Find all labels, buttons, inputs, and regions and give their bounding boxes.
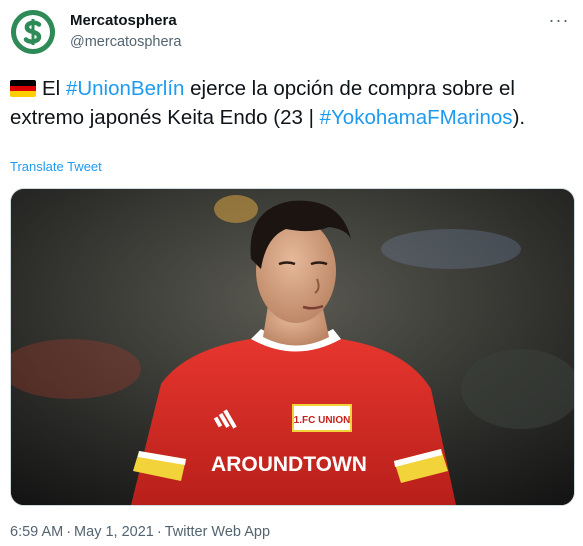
tweet-photo[interactable]: 1.FC UNION AROUNDTOWN	[10, 188, 575, 506]
author-handle[interactable]: @mercatosphera	[70, 32, 181, 52]
tweet-time[interactable]: 6:59 AM	[10, 524, 63, 540]
tweet-meta: 6:59 AM · May 1, 2021 · Twitter Web App	[10, 523, 270, 541]
more-options-button[interactable]: ···	[545, 8, 573, 32]
tweet-date[interactable]: May 1, 2021	[74, 524, 154, 540]
player-photo-illustration: 1.FC UNION AROUNDTOWN	[11, 189, 574, 505]
avatar[interactable]	[11, 10, 55, 54]
germany-flag-icon	[10, 80, 36, 97]
author-display-name[interactable]: Mercatosphera	[70, 11, 181, 31]
tweet-text: El #UnionBerlín ejerce la opción de comp…	[10, 74, 575, 132]
meta-separator: ·	[66, 524, 72, 540]
translate-tweet-link[interactable]: Translate Tweet	[10, 159, 102, 175]
meta-separator: ·	[156, 524, 162, 540]
club-badge-text: 1.FC UNION	[294, 415, 351, 426]
dollar-s-logo-icon	[11, 10, 55, 54]
tweet-text-segment: ).	[512, 106, 526, 129]
hashtag-union-berlin-link[interactable]: #UnionBerlín	[66, 77, 185, 100]
tweet-source-link[interactable]: Twitter Web App	[165, 524, 270, 540]
author-names: Mercatosphera @mercatosphera	[70, 11, 181, 52]
tweet-text-segment: El	[42, 77, 66, 100]
more-dots-icon: ···	[548, 9, 570, 30]
hashtag-yokohama-link[interactable]: #YokohamaFMarinos	[320, 106, 513, 129]
jersey-sponsor-text: AROUNDTOWN	[211, 453, 367, 476]
